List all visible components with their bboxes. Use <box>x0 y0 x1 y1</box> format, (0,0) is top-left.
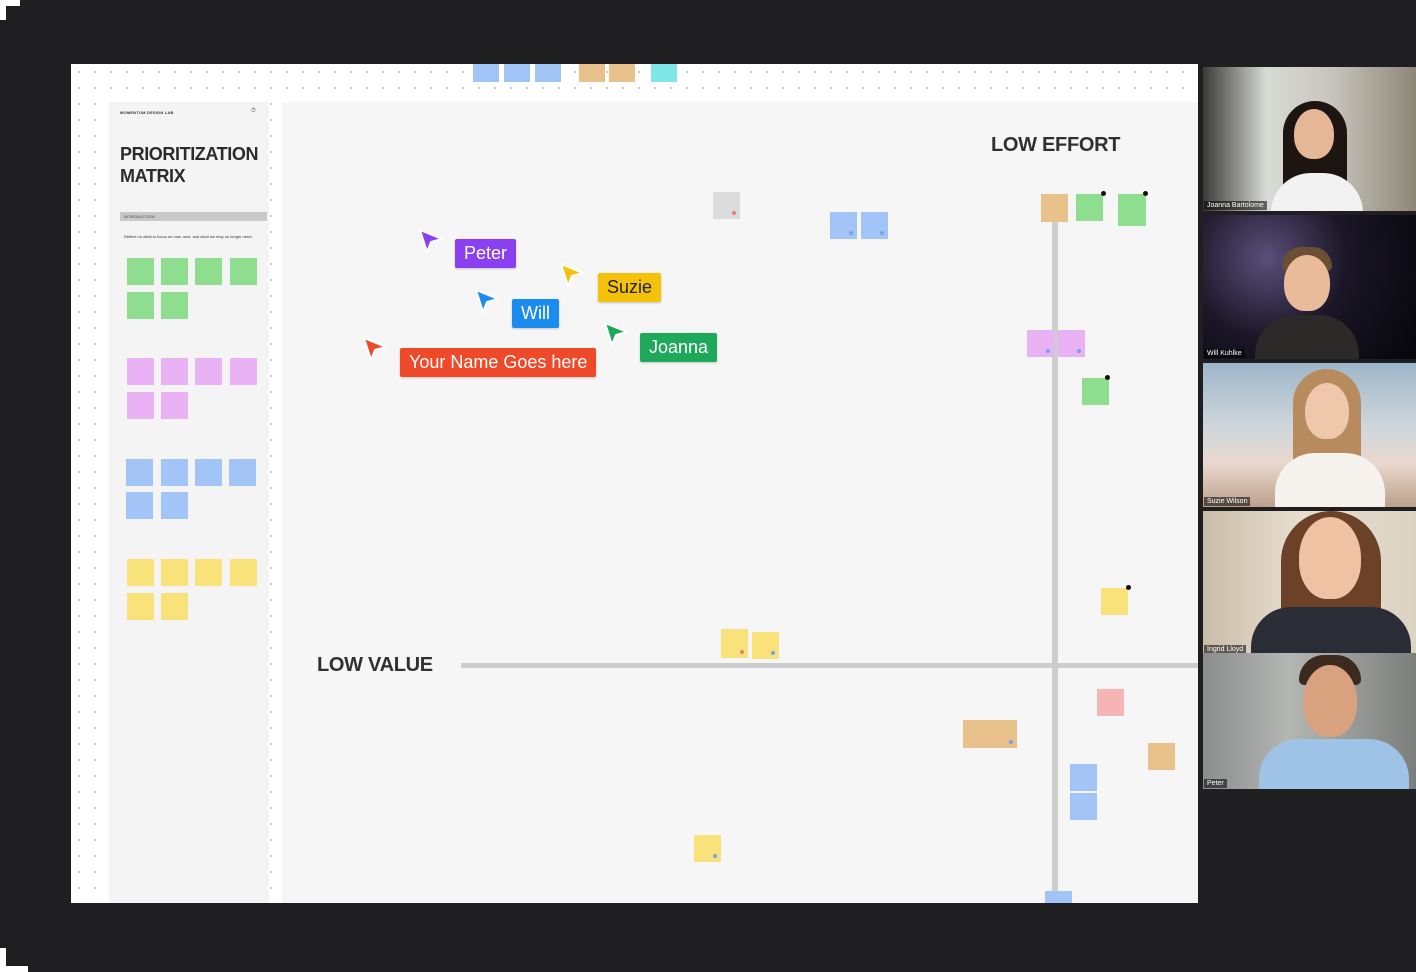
axis-label-low-value: LOW VALUE <box>317 654 433 676</box>
video-tile[interactable]: Suzie Wilson <box>1203 363 1416 507</box>
cursor-label-peter: Peter <box>455 239 517 268</box>
value-axis <box>461 663 1198 668</box>
sticky-note[interactable] <box>1082 378 1109 405</box>
sticky-swatch[interactable] <box>127 258 154 285</box>
video-tile[interactable]: Peter <box>1203 653 1416 789</box>
axis-label-low-effort: LOW EFFORT <box>991 134 1121 156</box>
cursor-label-you: Your Name Goes here <box>400 348 597 377</box>
pointer-icon <box>363 337 387 361</box>
sticky-swatch[interactable] <box>127 292 154 319</box>
vote-icon[interactable]: ⏱ <box>251 108 256 114</box>
cursor-label-suzie: Suzie <box>598 273 662 302</box>
frame-corner-bottom-left <box>0 948 28 972</box>
sticky-swatch[interactable] <box>161 258 188 285</box>
pin-icon <box>1101 191 1106 196</box>
sticky-swatch[interactable] <box>195 358 222 385</box>
person-face <box>1294 109 1334 159</box>
pointer-icon <box>604 322 628 346</box>
sticky-note[interactable] <box>1076 194 1103 221</box>
person-face <box>1299 517 1361 599</box>
sticky-note[interactable] <box>1070 764 1097 791</box>
sticky-swatch[interactable] <box>127 559 154 586</box>
sticky-swatch[interactable] <box>230 559 257 586</box>
pointer-icon <box>419 229 443 253</box>
sticky-swatch[interactable] <box>230 358 257 385</box>
sticky-note[interactable] <box>1118 194 1146 226</box>
person-body <box>1275 453 1385 507</box>
sticky-note[interactable] <box>1027 330 1054 357</box>
sticky-note[interactable] <box>1045 891 1072 903</box>
sticky-note[interactable] <box>504 64 530 82</box>
video-tile[interactable]: Joanna Bartolome <box>1203 67 1416 211</box>
sticky-swatch[interactable] <box>127 392 154 419</box>
video-tile[interactable]: Will Kuhlke <box>1203 215 1416 359</box>
sticky-swatch[interactable] <box>195 258 222 285</box>
person-face <box>1305 383 1349 439</box>
sticky-note[interactable] <box>963 720 1017 748</box>
intro-text: Reflect on what to focus on now, next, a… <box>124 234 253 239</box>
sticky-swatch[interactable] <box>127 593 154 620</box>
sticky-swatch[interactable] <box>161 559 188 586</box>
sticky-swatch[interactable] <box>161 292 188 319</box>
sticky-swatch[interactable] <box>161 593 188 620</box>
cursor-label-will: Will <box>512 299 559 328</box>
person-body <box>1251 607 1411 655</box>
pointer-icon <box>560 263 584 287</box>
sticky-note[interactable] <box>1070 793 1097 820</box>
frame-corner-top-left <box>0 0 20 20</box>
pointer-icon <box>475 289 499 313</box>
sticky-swatch[interactable] <box>161 492 188 519</box>
page-title: PRIORITIZATION MATRIX <box>120 144 259 186</box>
person-body <box>1259 739 1409 789</box>
sticky-note[interactable] <box>1101 588 1128 615</box>
pin-icon <box>1143 191 1148 196</box>
sticky-note[interactable] <box>609 64 635 82</box>
sticky-note[interactable] <box>579 64 605 82</box>
sticky-swatch[interactable] <box>127 358 154 385</box>
sticky-note[interactable] <box>830 212 857 239</box>
whiteboard-canvas[interactable]: MOMENTUM DESIGN LAB ⏱ PRIORITIZATION MAT… <box>71 64 1198 903</box>
sticky-swatch[interactable] <box>126 459 153 486</box>
intro-header: INTRODUCTION <box>120 212 267 221</box>
sticky-note[interactable] <box>1058 330 1085 357</box>
sticky-swatch[interactable] <box>161 392 188 419</box>
sticky-swatch[interactable] <box>195 559 222 586</box>
pin-icon <box>1126 585 1131 590</box>
sticky-note[interactable] <box>694 835 721 862</box>
sticky-note[interactable] <box>473 64 499 82</box>
video-tile[interactable]: Ingrid Lloyd <box>1203 511 1416 655</box>
sticky-note[interactable] <box>713 192 740 219</box>
cursor-label-joanna: Joanna <box>640 333 718 362</box>
sticky-swatch[interactable] <box>161 459 188 486</box>
sticky-swatch[interactable] <box>126 492 153 519</box>
sticky-note[interactable] <box>1148 743 1175 770</box>
lab-name: MOMENTUM DESIGN LAB <box>120 110 174 115</box>
sticky-swatch[interactable] <box>161 358 188 385</box>
participant-name: Will Kuhlke <box>1204 349 1245 358</box>
sticky-note[interactable] <box>535 64 561 82</box>
sticky-note[interactable] <box>721 629 748 658</box>
sticky-swatch[interactable] <box>195 459 222 486</box>
sticky-note[interactable] <box>1097 689 1124 716</box>
sticky-note[interactable] <box>1041 194 1068 222</box>
participant-name: Suzie Wilson <box>1204 497 1251 506</box>
matrix-area <box>282 102 1198 903</box>
sticky-swatch[interactable] <box>230 258 257 285</box>
sticky-note[interactable] <box>651 64 677 82</box>
sticky-note[interactable] <box>861 212 888 239</box>
sticky-note[interactable] <box>752 632 779 659</box>
pin-icon <box>1105 375 1110 380</box>
person-face <box>1303 665 1357 737</box>
person-face <box>1284 255 1330 311</box>
sticky-swatch[interactable] <box>229 459 256 486</box>
participant-name: Joanna Bartolome <box>1204 201 1267 210</box>
participant-name: Peter <box>1204 779 1227 788</box>
effort-axis <box>1052 214 1058 903</box>
